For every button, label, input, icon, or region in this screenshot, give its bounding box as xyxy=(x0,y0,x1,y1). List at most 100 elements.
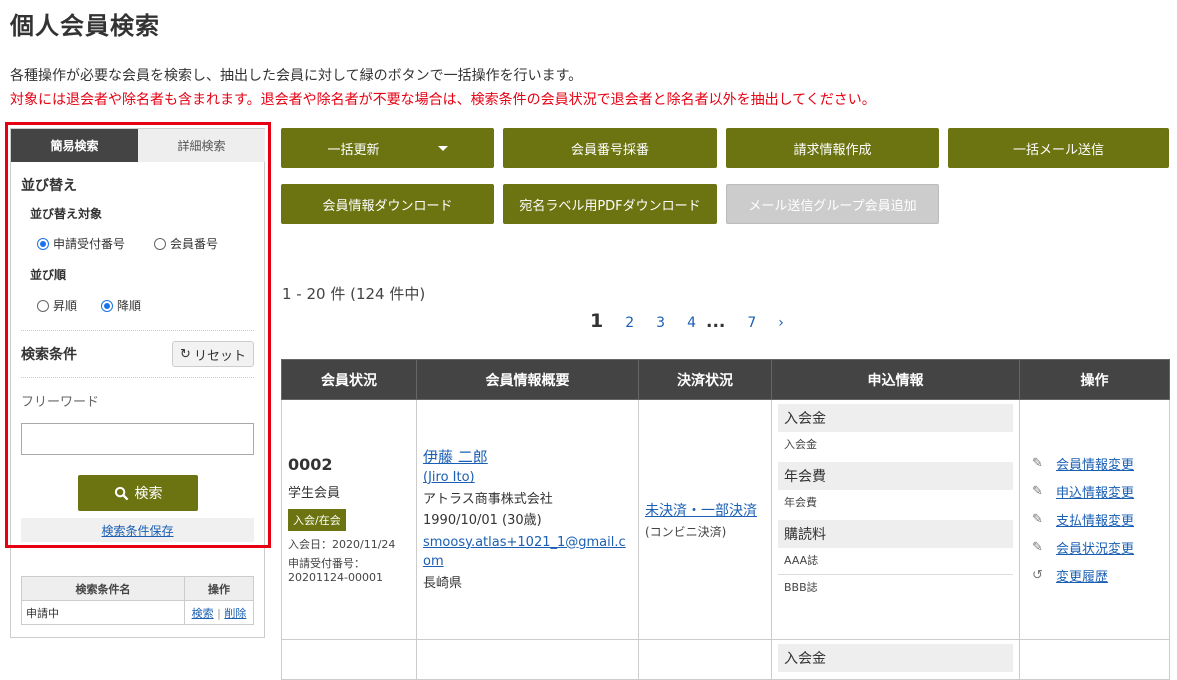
sort-order-label: 並び順 xyxy=(30,268,67,282)
table-row: 入会金 xyxy=(281,639,1170,680)
application-number: 20201124-00001 xyxy=(288,571,383,584)
page-link-last[interactable]: 7 xyxy=(747,315,756,331)
page-current: 1 xyxy=(590,310,604,332)
header-payment-status: 決済状況 xyxy=(638,359,772,400)
apply-group-head: 年会費 xyxy=(778,462,1013,490)
saved-conditions-table: 検索条件名 操作 申請中 検索 | 削除 xyxy=(21,576,254,625)
sort-target-radio-member-no[interactable]: 会員番号 xyxy=(154,235,218,252)
table-row: 0002 学生会員 入会/在会 入会日：2020/11/24 申請受付番号： 2… xyxy=(281,399,1170,640)
header-application-info: 申込情報 xyxy=(771,359,1020,400)
tab-detailed-search[interactable]: 詳細検索 xyxy=(138,129,265,162)
cell-empty xyxy=(1019,639,1170,680)
member-company: アトラス商事株式会社 xyxy=(423,491,553,507)
pencil-icon: ✎ xyxy=(1032,456,1043,471)
pencil-icon: ✎ xyxy=(1032,512,1043,527)
divider xyxy=(21,377,254,378)
sort-section-title: 並び替え xyxy=(21,178,77,194)
sort-target-radio-application[interactable]: 申請受付番号 xyxy=(37,235,125,252)
apply-group-head: 入会金 xyxy=(778,644,1013,672)
op-link[interactable]: 会員情報変更 xyxy=(1056,454,1134,473)
radio-unselected-icon[interactable] xyxy=(37,299,49,312)
apply-group-item: 年会費 xyxy=(784,496,817,509)
join-date: 入会日：2020/11/24 xyxy=(288,538,396,551)
radio-label: 昇順 xyxy=(53,299,78,313)
sort-order-radio-asc[interactable]: 昇順 xyxy=(37,297,77,314)
op-edit-status[interactable]: ✎ 会員状況変更 xyxy=(1032,534,1157,562)
radio-label: 会員番号 xyxy=(170,237,219,251)
freeword-input[interactable] xyxy=(21,423,254,455)
radio-unselected-icon[interactable] xyxy=(154,237,166,250)
sort-target-label: 並び替え対象 xyxy=(30,207,103,221)
download-label-pdf-button[interactable]: 宛名ラベル用PDFダウンロード xyxy=(503,184,717,224)
freeword-label: フリーワード xyxy=(21,395,100,410)
pagination: 1 2 3 4 ... 7 › xyxy=(590,310,806,332)
radio-selected-icon[interactable] xyxy=(37,237,49,250)
op-link[interactable]: 申込情報変更 xyxy=(1056,482,1134,501)
saved-header-name: 検索条件名 xyxy=(21,576,185,601)
page-next[interactable]: › xyxy=(778,315,784,331)
member-birth: 1990/10/01 (30歳) xyxy=(423,513,542,529)
bulk-update-label: 一括更新 xyxy=(327,142,380,158)
add-mail-group-button[interactable]: メール送信グループ会員追加 xyxy=(726,184,939,224)
op-edit-member[interactable]: ✎ 会員情報変更 xyxy=(1032,450,1157,478)
page-link[interactable]: 3 xyxy=(656,315,665,331)
page-link[interactable]: 4 xyxy=(687,315,696,331)
save-conditions-link[interactable]: 検索条件保存 xyxy=(101,522,173,539)
search-button[interactable]: 検索 xyxy=(78,475,198,511)
apply-group-item: 入会金 xyxy=(784,438,817,451)
member-name-roman[interactable]: (Jiro Ito) xyxy=(423,470,475,485)
header-member-summary: 会員情報概要 xyxy=(416,359,639,400)
bulk-update-button[interactable]: 一括更新 xyxy=(281,128,494,168)
page-warning: 対象には退会者や除名者も含まれます。退会者や除名者が不要な場合は、検索条件の会員… xyxy=(10,92,876,108)
search-label: 検索 xyxy=(134,486,163,502)
result-count: 1 - 20 件 (124 件中) xyxy=(282,285,426,303)
saved-condition-name: 申請中 xyxy=(21,600,185,625)
cell-application-info: 入会金 入会金 年会費 年会費 購読料 AAA誌 BBB誌 xyxy=(771,399,1020,640)
reset-button[interactable]: ↻ リセット xyxy=(172,341,254,367)
op-link[interactable]: 支払情報変更 xyxy=(1056,510,1134,529)
cell-payment-status: 未決済・一部決済 (コンビニ決済) xyxy=(638,399,772,640)
cell-member-status: 0002 学生会員 入会/在会 入会日：2020/11/24 申請受付番号： 2… xyxy=(281,399,417,640)
page-ellipsis: ... xyxy=(706,312,726,332)
member-prefecture: 長崎県 xyxy=(423,575,463,591)
radio-selected-icon[interactable] xyxy=(101,299,113,312)
op-link[interactable]: 変更履歴 xyxy=(1056,566,1108,585)
apply-group-item: BBB誌 xyxy=(784,581,818,594)
conditions-title: 検索条件 xyxy=(21,347,77,363)
radio-label: 降順 xyxy=(117,299,142,313)
op-history[interactable]: ↺ 変更履歴 xyxy=(1032,562,1157,590)
sort-order-radio-desc[interactable]: 降順 xyxy=(101,297,141,314)
page-link[interactable]: 2 xyxy=(625,315,634,331)
member-number: 0002 xyxy=(288,455,333,474)
apply-group-item: AAA誌 xyxy=(778,548,1013,575)
separator: | xyxy=(217,606,221,620)
create-invoice-button[interactable]: 請求情報作成 xyxy=(726,128,939,168)
op-link[interactable]: 会員状況変更 xyxy=(1056,538,1134,557)
cell-empty xyxy=(416,639,639,680)
member-name-link[interactable]: 伊藤 二郎 xyxy=(423,448,488,466)
op-edit-application[interactable]: ✎ 申込情報変更 xyxy=(1032,478,1157,506)
member-email-link[interactable]: smoosy.atlas+1021_1@gmail.com xyxy=(423,535,626,570)
results-table: 会員状況 会員情報概要 決済状況 申込情報 操作 0002 学生会員 入会/在会… xyxy=(281,359,1170,680)
apply-group-head: 入会金 xyxy=(778,404,1013,432)
table-row: 申請中 検索 | 削除 xyxy=(21,600,254,625)
payment-method: (コンビニ決済) xyxy=(645,524,727,539)
op-edit-payment[interactable]: ✎ 支払情報変更 xyxy=(1032,506,1157,534)
assign-member-no-button[interactable]: 会員番号採番 xyxy=(503,128,717,168)
cell-member-summary: 伊藤 二郎 (Jiro Ito) アトラス商事株式会社 1990/10/01 (… xyxy=(416,399,639,640)
member-type: 学生会員 xyxy=(288,486,341,501)
reset-label: リセット xyxy=(193,348,246,364)
bulk-mail-button[interactable]: 一括メール送信 xyxy=(948,128,1169,168)
page-title: 個人会員検索 xyxy=(10,12,160,40)
cell-empty xyxy=(638,639,772,680)
save-conditions-row: 検索条件保存 xyxy=(21,518,254,542)
saved-header-op: 操作 xyxy=(184,576,254,601)
page-description: 各種操作が必要な会員を検索し、抽出した会員に対して緑のボタンで一括操作を行います… xyxy=(10,68,583,84)
cell-operations: ✎ 会員情報変更 ✎ 申込情報変更 ✎ 支払情報変更 ✎ 会員状況変更 ↺ 変更履歴 xyxy=(1019,399,1170,640)
tab-simple-search[interactable]: 簡易検索 xyxy=(11,129,138,162)
radio-label: 申請受付番号 xyxy=(53,237,126,251)
download-member-info-button[interactable]: 会員情報ダウンロード xyxy=(281,184,494,224)
saved-search-link[interactable]: 検索 xyxy=(192,607,214,620)
payment-status-link[interactable]: 未決済・一部決済 xyxy=(645,503,757,519)
saved-delete-link[interactable]: 削除 xyxy=(224,607,246,620)
